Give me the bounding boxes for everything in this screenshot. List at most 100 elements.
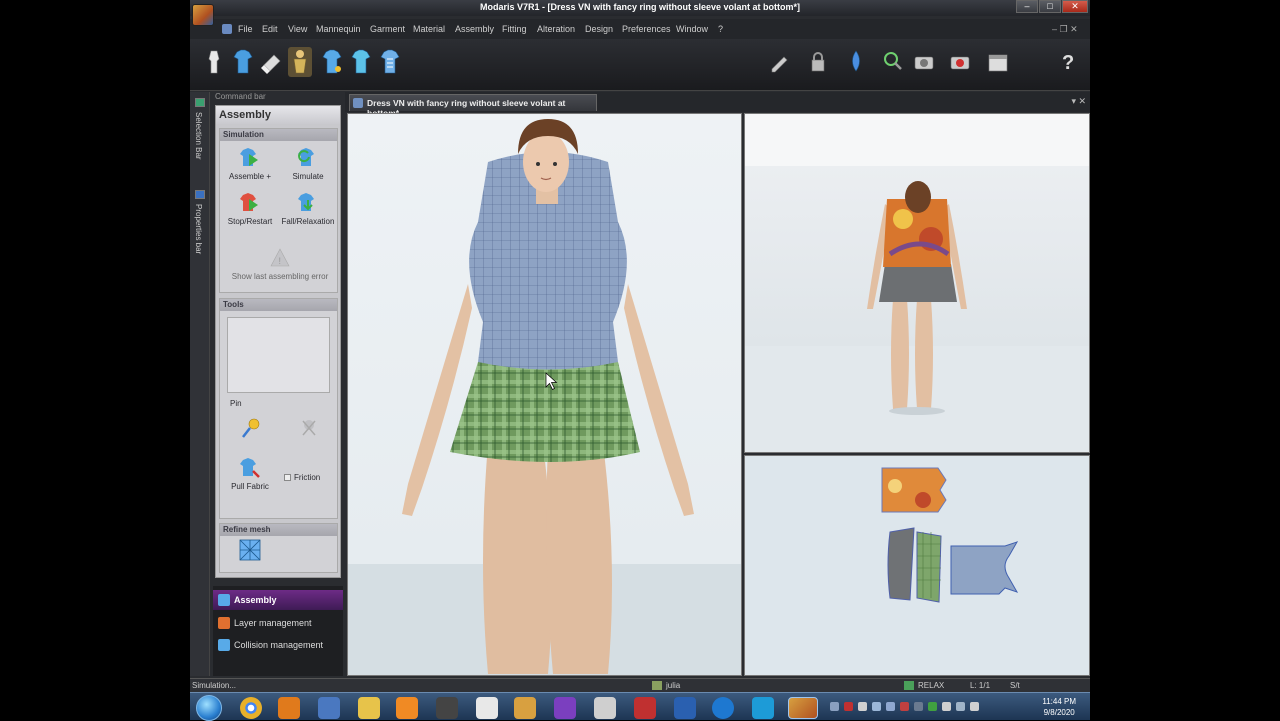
tools-preview-box <box>227 317 330 393</box>
menu-file[interactable]: File <box>238 24 253 34</box>
chrome-icon[interactable] <box>240 697 262 719</box>
explorer-browser-icon[interactable] <box>318 697 340 719</box>
tray-icon-5[interactable] <box>886 702 895 711</box>
clock[interactable]: 11:44 PM 9/8/2020 <box>1042 696 1076 718</box>
drop-icon[interactable] <box>844 47 868 77</box>
tools-section: Tools Pin Pull Fabric Friction <box>219 298 338 519</box>
shirt-blue-icon[interactable] <box>320 47 344 77</box>
start-button[interactable] <box>196 695 222 721</box>
tab-layer-management[interactable]: Layer management <box>213 613 343 633</box>
simulation-section: Simulation Assemble + Simulate Stop/Rest… <box>219 128 338 293</box>
pull-fabric-icon <box>240 458 260 478</box>
friction-checkbox[interactable] <box>284 474 291 481</box>
media-player-icon[interactable] <box>396 697 418 719</box>
printer-icon[interactable] <box>594 697 616 719</box>
show-last-error-button[interactable]: ! Show last assembling error <box>224 247 336 281</box>
dress-form-icon[interactable] <box>288 47 312 77</box>
pen-icon[interactable] <box>768 47 792 77</box>
visual-studio-icon[interactable] <box>554 697 576 719</box>
menu-alteration[interactable]: Alteration <box>537 24 575 34</box>
menu-garment[interactable]: Garment <box>370 24 405 34</box>
document-tab-bar: Dress VN with fancy ring without sleeve … <box>345 92 1090 118</box>
app-icon-red[interactable] <box>634 697 656 719</box>
tray-icon-6[interactable] <box>900 702 909 711</box>
modaris-taskbar-icon[interactable] <box>788 697 818 719</box>
selection-bar-icon[interactable] <box>195 98 205 107</box>
assemble-button[interactable]: Assemble + <box>224 147 276 181</box>
window-icon[interactable] <box>986 47 1010 77</box>
tray-icon-3[interactable] <box>858 702 867 711</box>
flag-icon[interactable] <box>942 702 951 711</box>
outlook-blue-icon[interactable] <box>674 697 696 719</box>
document-controls[interactable]: ▾ ✕ <box>1071 96 1086 107</box>
clock-date: 9/8/2020 <box>1043 708 1075 717</box>
menu-mannequin[interactable]: Mannequin <box>316 24 361 34</box>
mdi-controls[interactable]: – ❐ ✕ <box>1052 24 1078 35</box>
shirt-cyan-icon[interactable] <box>349 47 373 77</box>
pattern-2d-viewport[interactable] <box>744 455 1090 676</box>
menu-preferences[interactable]: Preferences <box>622 24 671 34</box>
stop-restart-button[interactable]: Stop/Restart <box>222 192 278 226</box>
main-3d-viewport[interactable] <box>347 113 742 676</box>
avatar-front-view <box>348 119 741 675</box>
clock-time: 11:44 PM <box>1042 697 1076 706</box>
network-icon[interactable] <box>956 702 965 711</box>
tray-icon-1[interactable] <box>830 702 839 711</box>
internet-explorer-icon[interactable] <box>712 697 734 719</box>
document-icon <box>353 98 363 108</box>
properties-bar-tab[interactable]: Properties bar <box>194 204 203 254</box>
pin-button[interactable] <box>238 417 264 442</box>
zoom-icon[interactable] <box>880 47 904 77</box>
file-explorer-icon[interactable] <box>358 697 380 719</box>
minimize-button[interactable]: – <box>1016 0 1038 13</box>
shirt-icon[interactable] <box>231 47 255 77</box>
close-button[interactable]: ✕ <box>1062 0 1088 13</box>
tray-icon-8[interactable] <box>928 702 937 711</box>
document-menu-icon[interactable] <box>222 24 232 34</box>
tray-icon-4[interactable] <box>872 702 881 711</box>
skype-icon[interactable] <box>752 697 774 719</box>
warning-icon: ! <box>270 248 290 267</box>
record-icon[interactable] <box>948 47 972 77</box>
eraser-icon[interactable] <box>260 47 284 77</box>
menu-window[interactable]: Window <box>676 24 708 34</box>
relax-icon <box>904 681 914 690</box>
menu-view[interactable]: View <box>288 24 307 34</box>
menu-design[interactable]: Design <box>585 24 613 34</box>
film-icon[interactable] <box>436 697 458 719</box>
menu-material[interactable]: Material <box>413 24 445 34</box>
refine-mesh-button[interactable] <box>237 539 263 564</box>
menu-fitting[interactable]: Fitting <box>502 24 527 34</box>
paint-icon[interactable] <box>514 697 536 719</box>
document-tab[interactable]: Dress VN with fancy ring without sleeve … <box>349 94 597 118</box>
menu-bar: File Edit View Mannequin Garment Materia… <box>190 19 1090 39</box>
help-icon[interactable]: ? <box>1056 47 1080 77</box>
mannequin-icon[interactable] <box>202 47 226 77</box>
maximize-button[interactable]: □ <box>1039 0 1061 13</box>
outlook-icon[interactable] <box>278 697 300 719</box>
fall-relaxation-button[interactable]: Fall/Relaxation <box>278 192 338 226</box>
volume-icon[interactable] <box>970 702 979 711</box>
avatar-back-view <box>745 114 1089 452</box>
lock-icon[interactable] <box>806 47 830 77</box>
properties-bar-icon[interactable] <box>195 190 205 199</box>
stop-restart-label: Stop/Restart <box>227 217 273 226</box>
menu-edit[interactable]: Edit <box>262 24 278 34</box>
back-3d-viewport[interactable] <box>744 113 1090 453</box>
tray-icon-7[interactable] <box>914 702 923 711</box>
unpin-button[interactable] <box>296 417 322 442</box>
svg-text:?: ? <box>1062 52 1074 74</box>
app-logo-icon[interactable] <box>192 4 214 26</box>
shirt-pattern-icon[interactable] <box>378 47 402 77</box>
document-app-icon[interactable] <box>476 697 498 719</box>
tab-collision-management[interactable]: Collision management <box>213 635 343 655</box>
camera-icon[interactable] <box>912 47 936 77</box>
selection-bar-tab[interactable]: Selection Bar <box>194 112 203 160</box>
pull-fabric-button[interactable]: Pull Fabric <box>230 457 270 491</box>
menu-assembly[interactable]: Assembly <box>455 24 494 34</box>
simulate-button[interactable]: Simulate <box>282 147 334 181</box>
menu-help[interactable]: ? <box>718 24 723 34</box>
tray-icon-2[interactable] <box>844 702 853 711</box>
tab-assembly[interactable]: Assembly <box>213 590 343 610</box>
show-last-error-label: Show last assembling error <box>231 272 329 281</box>
